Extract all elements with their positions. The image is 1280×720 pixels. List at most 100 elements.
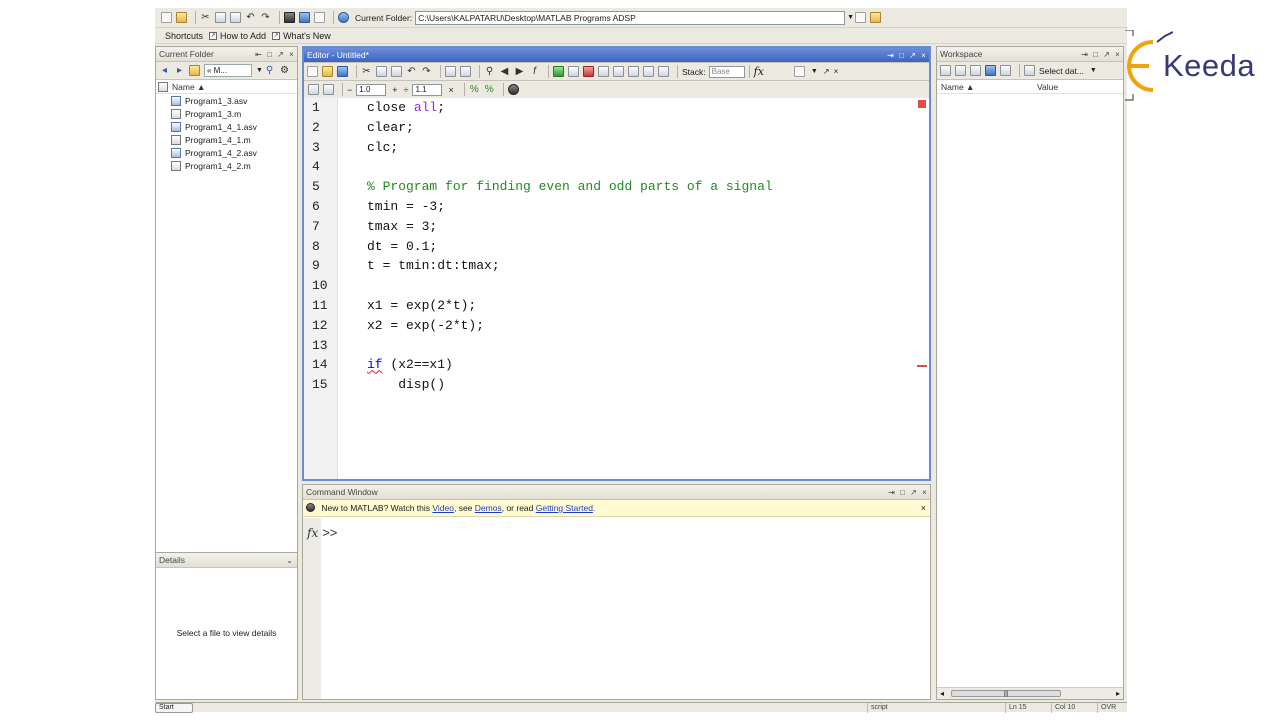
chevron-down-icon[interactable]: ▼ (811, 68, 819, 75)
shortcuts-label[interactable]: Shortcuts (165, 31, 203, 41)
uncomment-icon[interactable]: % (484, 84, 495, 95)
increment-button[interactable]: + (392, 85, 397, 95)
error-indicator[interactable] (918, 100, 926, 108)
browse-folder-icon[interactable] (855, 12, 867, 23)
function-browser-icon[interactable]: f (529, 66, 540, 77)
exit-debug-icon[interactable] (658, 66, 669, 77)
chevron-down-icon[interactable]: ⌄ (286, 556, 293, 565)
search-icon[interactable]: ⚲ (264, 65, 275, 76)
how-to-add-link[interactable]: How to Add (220, 31, 266, 41)
copy-icon[interactable] (215, 12, 226, 23)
cell-mode-icon[interactable] (308, 84, 319, 95)
maximize-icon[interactable]: □ (264, 50, 275, 59)
pin-icon[interactable]: ↗ (1101, 50, 1112, 59)
redo-icon[interactable]: ↷ (421, 66, 432, 77)
paste-icon[interactable] (391, 66, 402, 77)
plot-icon[interactable] (1024, 65, 1035, 76)
pin-icon[interactable]: ↗ (823, 67, 830, 76)
code-line-11[interactable]: x1 = exp(2*t); (367, 296, 773, 316)
code-line-14[interactable]: if (x2==x1) (367, 355, 773, 375)
info-icon[interactable] (507, 84, 519, 95)
guide-icon[interactable] (299, 12, 310, 23)
paste-icon[interactable] (230, 12, 241, 23)
undock-icon[interactable]: ⇥ (1079, 50, 1090, 59)
simulink-icon[interactable] (284, 12, 295, 23)
clear-breakpoints-icon[interactable] (583, 66, 594, 77)
undo-icon[interactable]: ↶ (406, 66, 417, 77)
value-column-header[interactable]: Value (1037, 82, 1058, 92)
details-titlebar[interactable]: Details ⌄ (156, 553, 297, 568)
decrement-button[interactable]: − (347, 85, 352, 95)
code-line-5[interactable]: % Program for finding even and odd parts… (367, 177, 773, 197)
profiler-icon[interactable] (314, 12, 325, 23)
code-line-13[interactable] (367, 336, 773, 356)
getting-started-link[interactable]: Getting Started (536, 503, 593, 513)
save-workspace-icon[interactable] (985, 65, 996, 76)
help-icon[interactable] (338, 12, 349, 23)
gear-icon[interactable]: ⚙ (279, 65, 290, 76)
find-icon[interactable]: ⚲ (484, 66, 495, 77)
print-icon[interactable] (445, 66, 456, 77)
stack-select[interactable]: Base (708, 65, 745, 78)
horizontal-scrollbar[interactable]: ◂ ||| ▸ (937, 687, 1123, 699)
code-line-4[interactable] (367, 157, 773, 177)
whats-new-link[interactable]: What's New (283, 31, 331, 41)
open-variable-icon[interactable] (955, 65, 966, 76)
close-icon[interactable]: × (834, 67, 839, 76)
save-icon[interactable] (337, 66, 348, 77)
step-icon[interactable] (598, 66, 609, 77)
chevron-down-icon[interactable]: ▼ (1090, 67, 1098, 74)
cell-step-input[interactable]: 1.0 (356, 83, 387, 96)
scroll-left-icon[interactable]: ◂ (940, 689, 944, 698)
code-line-3[interactable]: clc; (367, 138, 773, 158)
print-icon[interactable] (1000, 65, 1011, 76)
open-folder-icon[interactable] (322, 66, 333, 77)
code-line-12[interactable]: x2 = exp(-2*t); (367, 316, 773, 336)
demos-link[interactable]: Demos (475, 503, 502, 513)
pin-icon[interactable]: ↗ (907, 51, 918, 60)
layout-icon[interactable] (793, 66, 805, 77)
cut-icon[interactable]: ✂ (200, 12, 211, 23)
copy-icon[interactable] (376, 66, 387, 77)
command-prompt[interactable]: fx >> (307, 525, 337, 540)
undock-icon[interactable]: ⇥ (885, 51, 896, 60)
code-line-1[interactable]: close all; (367, 98, 773, 118)
pin-icon[interactable]: ↗ (908, 488, 919, 497)
code-line-15[interactable]: disp() (367, 375, 773, 395)
divide-button[interactable]: ÷ (404, 85, 409, 95)
function-icon[interactable]: fx (307, 526, 318, 540)
folder-path-box[interactable]: « M... (204, 64, 252, 77)
select-data-dropdown[interactable]: Select dat... (1039, 66, 1084, 76)
close-icon[interactable]: × (919, 488, 930, 497)
file-item[interactable]: Program1_4_1.asv (156, 120, 297, 133)
cell-scale-input[interactable]: 1.1 (412, 83, 443, 96)
forward-arrow-icon[interactable]: ▸ (174, 65, 185, 76)
code-lines[interactable]: close all; clear; clc; % Program for fin… (367, 98, 773, 395)
step-in-icon[interactable] (613, 66, 624, 77)
scrollbar-thumb[interactable]: ||| (951, 690, 1061, 697)
function-icon[interactable]: fx (754, 65, 764, 78)
undo-icon[interactable]: ↶ (245, 12, 256, 23)
breakpoint-icon[interactable] (568, 66, 579, 77)
forward-arrow-icon[interactable]: ▶ (514, 66, 525, 77)
name-column-header[interactable]: Name ▲ (156, 80, 297, 94)
pin-icon[interactable]: ↗ (275, 50, 286, 59)
name-column-header[interactable]: Name ▲ (937, 82, 1037, 92)
code-area[interactable]: 1 2 3 4 5 6 7 8 9 10 11 12 13 14 15 close all; clear; … (304, 98, 929, 479)
file-item[interactable]: Program1_3.m (156, 107, 297, 120)
close-icon[interactable]: × (921, 503, 926, 513)
code-line-8[interactable]: dt = 0.1; (367, 237, 773, 257)
undock-icon[interactable]: ⇥ (886, 488, 897, 497)
code-line-7[interactable]: tmax = 3; (367, 217, 773, 237)
multiply-button[interactable]: × (448, 85, 453, 95)
close-icon[interactable]: × (918, 51, 929, 60)
maximize-icon[interactable]: □ (1090, 50, 1101, 59)
code-line-10[interactable] (367, 276, 773, 296)
new-file-icon[interactable] (307, 66, 318, 77)
maximize-icon[interactable]: □ (896, 51, 907, 60)
start-button[interactable]: Start (155, 703, 193, 713)
file-item[interactable]: Program1_3.asv (156, 94, 297, 107)
file-item[interactable]: Program1_4_2.m (156, 159, 297, 172)
file-item[interactable]: Program1_4_1.m (156, 133, 297, 146)
back-arrow-icon[interactable]: ◂ (159, 65, 170, 76)
